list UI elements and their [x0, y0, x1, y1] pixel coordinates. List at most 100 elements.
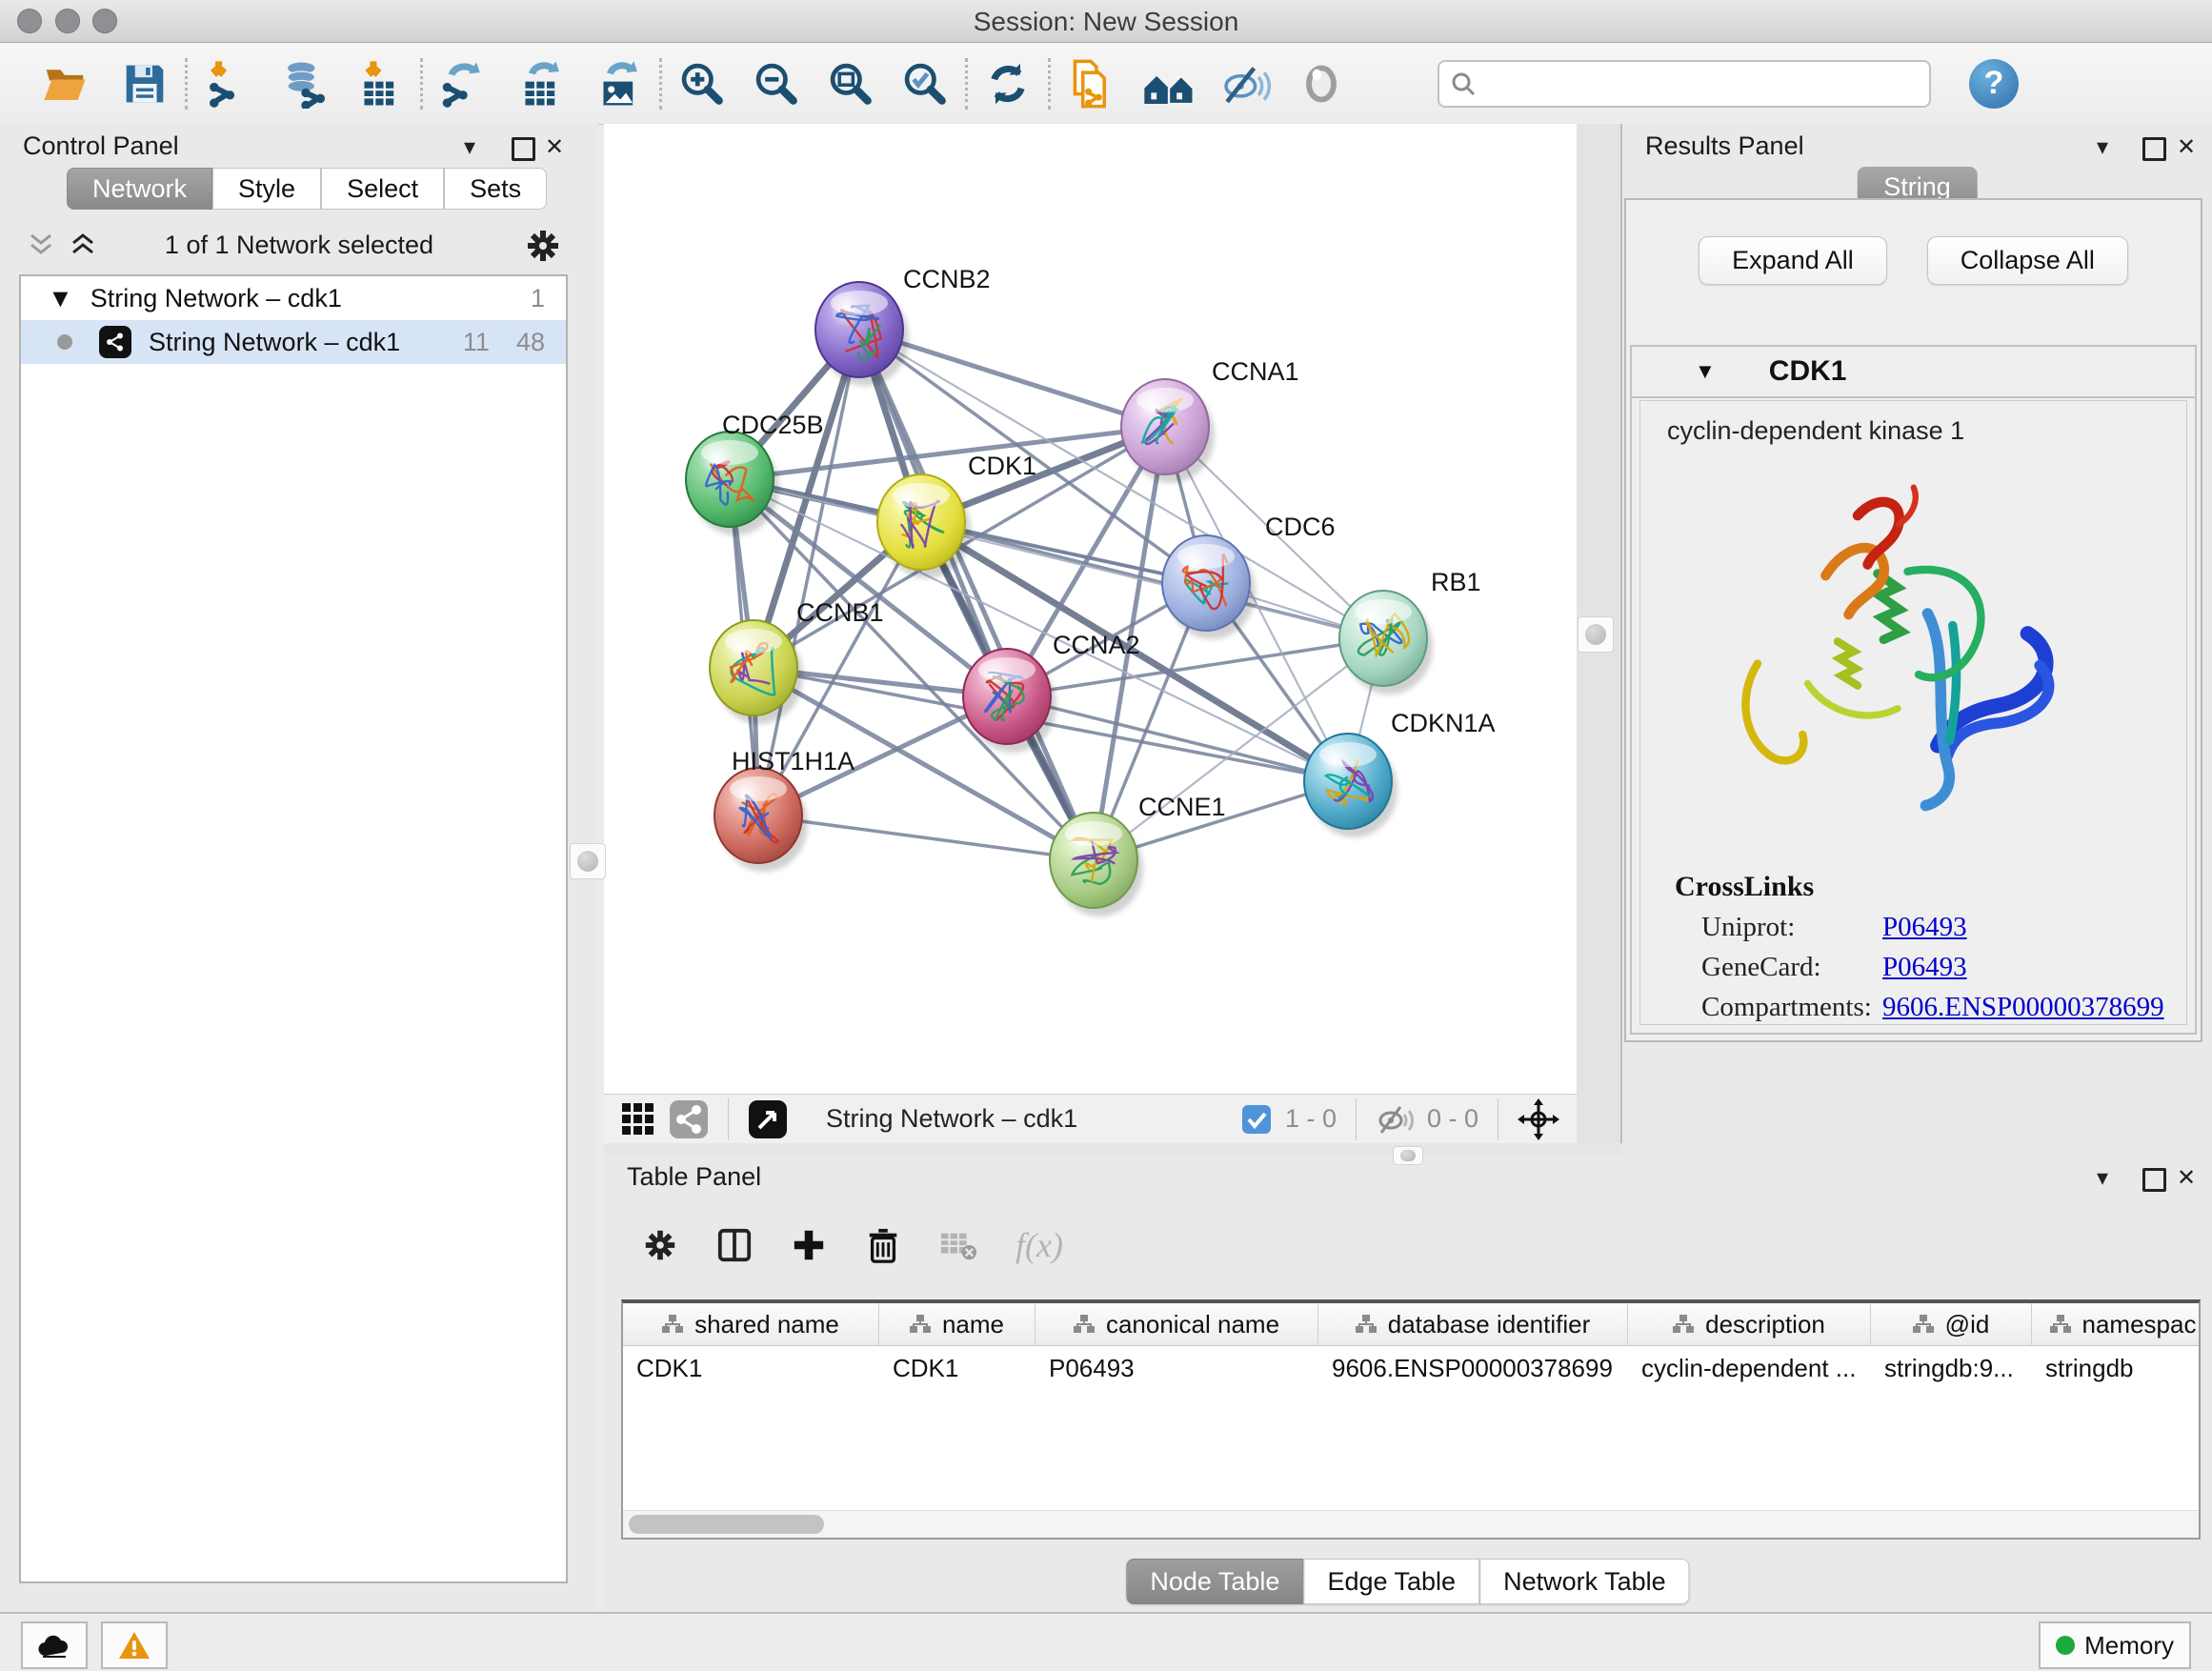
hide-unhide-icon[interactable]	[1218, 57, 1272, 111]
network-options-gear-icon[interactable]	[524, 227, 562, 265]
node-label-CDC6: CDC6	[1265, 513, 1336, 541]
gene-expander-icon[interactable]: ▼	[1695, 359, 1716, 384]
column-label: description	[1705, 1310, 1825, 1339]
string-style-icon[interactable]	[669, 1099, 709, 1139]
tab-node-table[interactable]: Node Table	[1126, 1559, 1303, 1604]
collapse-all-button[interactable]: Collapse All	[1927, 236, 2128, 285]
zoom-fit-icon[interactable]	[824, 57, 877, 111]
delete-column-icon[interactable]	[865, 1227, 901, 1263]
network-node-CCNB2[interactable]	[815, 282, 909, 386]
import-network-icon[interactable]	[201, 57, 254, 111]
search-field[interactable]	[1438, 60, 1931, 108]
network-node-CCNA1[interactable]	[1121, 379, 1215, 483]
network-node-CDC6[interactable]	[1162, 535, 1256, 639]
import-database-icon[interactable]	[279, 57, 332, 111]
crosslink-compartments[interactable]: 9606.ENSP00000378699	[1882, 992, 2164, 1023]
float-panel-icon[interactable]	[2142, 1168, 2166, 1192]
add-column-icon[interactable]	[791, 1227, 827, 1263]
network-graph[interactable]: CCNB2CCNA1CDC25BCDK1CDC6RB1CCNB1CCNA2CDK…	[604, 124, 1577, 1094]
crosslink-uniprot[interactable]: P06493	[1882, 912, 1967, 943]
column-header-shared-name[interactable]: shared name	[623, 1303, 879, 1345]
warning-status-button[interactable]	[101, 1621, 168, 1669]
table-cell[interactable]: stringdb	[2032, 1346, 2201, 1390]
network-collection-row[interactable]: ▼ String Network – cdk1 1	[21, 276, 566, 320]
table-body: CDK1CDK1P064939606.ENSP00000378699cyclin…	[623, 1346, 2199, 1390]
show-columns-icon[interactable]	[716, 1227, 753, 1263]
results-panel: Results Panel ▾ ✕ String Expand All Coll…	[1622, 124, 2212, 1155]
panel-menu-icon[interactable]: ▾	[464, 133, 475, 161]
network-node-CDK1[interactable]	[877, 474, 971, 578]
scrollbar-thumb[interactable]	[629, 1515, 824, 1534]
memory-button[interactable]: Memory	[2039, 1621, 2191, 1669]
network-canvas[interactable]: CCNB2CCNA1CDC25BCDK1CDC6RB1CCNB1CCNA2CDK…	[604, 124, 1577, 1094]
export-image-icon[interactable]	[593, 57, 646, 111]
export-table-icon[interactable]	[514, 57, 568, 111]
network-node-CDC25B[interactable]	[686, 432, 779, 535]
table-cell[interactable]: stringdb:9...	[1871, 1346, 2032, 1390]
expand-all-button[interactable]: Expand All	[1699, 236, 1887, 285]
column-label: @id	[1945, 1310, 1990, 1339]
network-title: String Network – cdk1	[826, 1104, 1077, 1134]
close-panel-icon[interactable]: ✕	[2177, 133, 2196, 161]
hidden-eye-slash-icon[interactable]	[1376, 1102, 1414, 1137]
open-in-browser-icon[interactable]	[748, 1099, 788, 1139]
close-panel-icon[interactable]: ✕	[2177, 1164, 2196, 1192]
bottom-splitter-handle[interactable]	[1393, 1146, 1423, 1165]
column-header-canonical-name[interactable]: canonical name	[1036, 1303, 1318, 1345]
open-session-icon[interactable]	[38, 57, 91, 111]
share-document-icon[interactable]	[1064, 57, 1117, 111]
network-row-selected[interactable]: String Network – cdk1 11 48	[21, 320, 566, 364]
table-cell[interactable]: 9606.ENSP00000378699	[1318, 1346, 1628, 1390]
float-panel-icon[interactable]	[2142, 137, 2166, 161]
main-toolbar: ?	[0, 43, 2212, 125]
zoom-selected-icon[interactable]	[898, 57, 952, 111]
zoom-in-icon[interactable]	[675, 57, 729, 111]
column-header-name[interactable]: name	[879, 1303, 1036, 1345]
save-session-icon[interactable]	[118, 57, 171, 111]
float-panel-icon[interactable]	[512, 137, 535, 161]
zoom-out-icon[interactable]	[750, 57, 803, 111]
table-cell[interactable]: CDK1	[879, 1346, 1036, 1390]
table-options-gear-icon[interactable]	[642, 1227, 678, 1263]
table-row[interactable]: CDK1CDK1P064939606.ENSP00000378699cyclin…	[623, 1346, 2199, 1390]
right-splitter-handle[interactable]	[1578, 616, 1614, 653]
table-cell[interactable]: cyclin-dependent ...	[1628, 1346, 1871, 1390]
column-header-database-identifier[interactable]: database identifier	[1318, 1303, 1628, 1345]
export-network-icon[interactable]	[436, 57, 490, 111]
collection-expander-icon[interactable]: ▼	[48, 284, 73, 313]
string-home-icon[interactable]	[1142, 57, 1196, 111]
network-node-CDKN1A[interactable]	[1304, 734, 1398, 837]
network-node-CCNE1[interactable]	[1050, 813, 1143, 916]
panel-menu-icon[interactable]: ▾	[2097, 1164, 2108, 1192]
hidden-count: 0 - 0	[1427, 1104, 1478, 1134]
selected-checkbox-icon[interactable]	[1241, 1104, 1272, 1135]
tab-style[interactable]: Style	[212, 168, 321, 210]
birdseye-grid-icon[interactable]	[621, 1102, 655, 1137]
eye-icon[interactable]	[1295, 57, 1348, 111]
refresh-icon[interactable]	[981, 57, 1035, 111]
tab-edge-table[interactable]: Edge Table	[1303, 1559, 1479, 1604]
left-splitter-handle[interactable]	[570, 843, 606, 879]
network-node-RB1[interactable]	[1339, 591, 1433, 695]
table-cell[interactable]: CDK1	[623, 1346, 879, 1390]
cloud-status-button[interactable]	[21, 1621, 88, 1669]
pan-crosshair-icon[interactable]	[1518, 1098, 1559, 1140]
tab-network[interactable]: Network	[67, 168, 212, 210]
tab-select[interactable]: Select	[321, 168, 444, 210]
tab-sets[interactable]: Sets	[444, 168, 547, 210]
table-cell[interactable]: P06493	[1036, 1346, 1318, 1390]
column-header-namespac[interactable]: namespac	[2032, 1303, 2201, 1345]
column-header--id[interactable]: @id	[1871, 1303, 2032, 1345]
window-title: Session: New Session	[0, 7, 2212, 37]
table-horizontal-scrollbar[interactable]	[623, 1510, 2199, 1538]
column-label: canonical name	[1106, 1310, 1279, 1339]
close-panel-icon[interactable]: ✕	[545, 133, 564, 161]
tab-network-table[interactable]: Network Table	[1479, 1559, 1690, 1604]
panel-menu-icon[interactable]: ▾	[2097, 133, 2108, 161]
crosslink-genecard[interactable]: P06493	[1882, 952, 1967, 983]
help-button[interactable]: ?	[1969, 59, 2019, 109]
search-input[interactable]	[1483, 68, 1918, 99]
column-header-description[interactable]: description	[1628, 1303, 1871, 1345]
network-node-HIST1H1A[interactable]	[714, 768, 808, 872]
import-table-icon[interactable]	[353, 57, 407, 111]
